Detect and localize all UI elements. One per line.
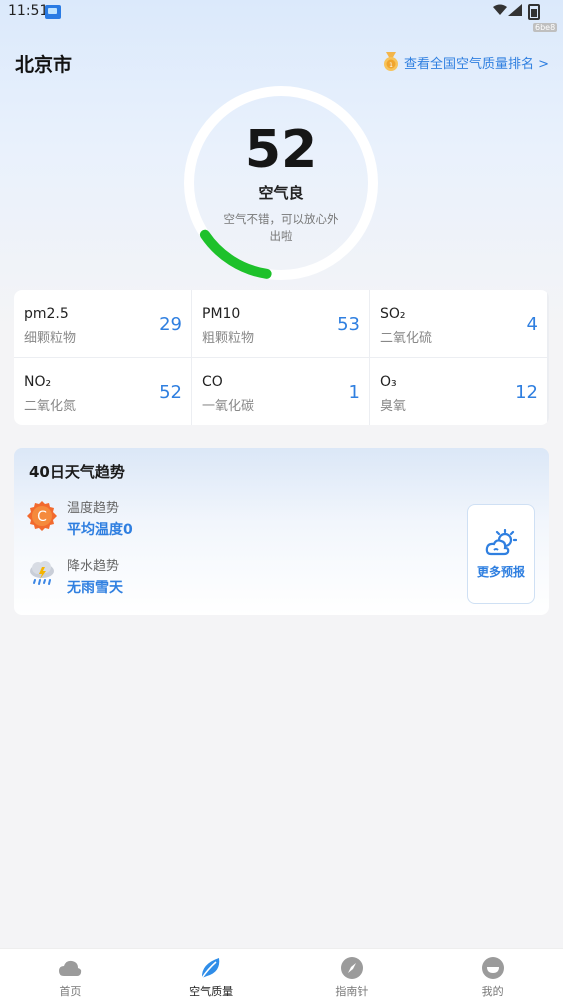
weather-app-notification-icon — [45, 5, 61, 19]
thermometer-badge-icon: C — [27, 501, 57, 531]
pollutant-subtitle: 二氧化氮 — [24, 399, 77, 414]
nav-air-quality[interactable]: 空气质量 — [141, 949, 282, 1002]
aqi-level: 空气良 — [258, 184, 304, 202]
nav-compass-label: 指南针 — [335, 985, 369, 998]
nav-home[interactable]: 首页 — [0, 949, 141, 1002]
pollutant-value: 12 — [515, 382, 538, 403]
signal-icon — [508, 4, 522, 16]
temperature-trend-value: 平均温度0 — [67, 522, 133, 538]
nav-profile[interactable]: 我的 — [422, 949, 563, 1002]
nav-air-quality-label: 空气质量 — [189, 985, 234, 998]
pollutant-value: 52 — [159, 382, 182, 403]
nav-home-label: 首页 — [59, 985, 82, 998]
pollutant-value: 29 — [159, 314, 182, 335]
pollutant-name: pm2.5 — [24, 306, 69, 322]
pollutant-card-so2[interactable]: SO₂ 二氧化硫 4 — [370, 290, 547, 357]
national-ranking-label: 查看全国空气质量排名 > — [404, 56, 550, 72]
bottom-navigation: 首页 空气质量 指南针 我的 — [0, 948, 563, 1002]
temperature-trend-label: 温度趋势 — [67, 501, 120, 516]
svg-text:C: C — [37, 509, 47, 525]
pollutant-card-no2[interactable]: NO₂ 二氧化氮 52 — [14, 358, 191, 425]
pollutant-subtitle: 粗颗粒物 — [202, 331, 255, 346]
status-time: 11:51 — [8, 3, 49, 19]
status-tag: 6be8 — [533, 23, 558, 32]
pollutant-subtitle: 二氧化硫 — [380, 331, 433, 346]
pollutant-name: NO₂ — [24, 374, 52, 390]
pollutant-card-o3[interactable]: O₃ 臭氧 12 — [370, 358, 547, 425]
pollutant-grid: pm2.5 细颗粒物 29 PM10 粗颗粒物 53 SO₂ 二氧化硫 4 NO… — [14, 290, 549, 425]
trend-title: 40日天气趋势 — [29, 463, 125, 481]
medal-icon: 1 — [384, 52, 398, 71]
svg-text:1: 1 — [389, 62, 393, 69]
aqi-summary: 52 空气良 空气不错，可以放心外出啦 — [182, 84, 380, 282]
battery-icon — [528, 4, 540, 20]
aqi-value: 52 — [244, 120, 318, 180]
national-ranking-link[interactable]: 1 查看全国空气质量排名 > — [382, 52, 549, 72]
wifi-icon — [493, 4, 507, 15]
precipitation-trend-value: 无雨雪天 — [67, 580, 123, 596]
more-forecast-label: 更多预报 — [476, 565, 525, 579]
compass-icon — [340, 957, 363, 979]
profile-icon — [481, 957, 504, 979]
pollutant-card-pm10[interactable]: PM10 粗颗粒物 53 — [192, 290, 369, 357]
pollutant-name: O₃ — [380, 374, 397, 390]
cloud-icon — [59, 960, 82, 976]
pollutant-name: PM10 — [202, 306, 241, 322]
leaf-icon — [201, 958, 220, 979]
pollutant-card-co[interactable]: CO 一氧化碳 1 — [192, 358, 369, 425]
pollutant-name: CO — [202, 374, 223, 390]
aqi-description: 空气不错，可以放心外出啦 — [223, 212, 339, 243]
pollutant-value: 1 — [348, 382, 360, 403]
more-forecast-button[interactable]: 更多预报 — [467, 504, 535, 604]
pollutant-subtitle: 臭氧 — [380, 399, 407, 414]
pollutant-card-pm25[interactable]: pm2.5 细颗粒物 29 — [14, 290, 191, 357]
city-name[interactable]: 北京市 — [15, 50, 72, 77]
pollutant-value: 53 — [337, 314, 360, 335]
nav-compass[interactable]: 指南针 — [282, 949, 423, 1002]
nav-profile-label: 我的 — [481, 985, 504, 998]
pollutant-subtitle: 一氧化碳 — [202, 399, 255, 414]
status-bar: 11:51 6be8 — [0, 0, 563, 32]
forty-day-trend-card: 40日天气趋势 C 温度趋势 平均温度0 降水趋势 无雨雪天 更多预报 — [14, 448, 549, 615]
pollutant-name: SO₂ — [380, 306, 406, 322]
pollutant-value: 4 — [526, 314, 538, 335]
sun-cloud-icon — [485, 529, 517, 556]
pollutant-subtitle: 细颗粒物 — [24, 331, 77, 346]
rain-cloud-icon — [30, 561, 54, 585]
precipitation-trend-label: 降水趋势 — [67, 559, 120, 574]
